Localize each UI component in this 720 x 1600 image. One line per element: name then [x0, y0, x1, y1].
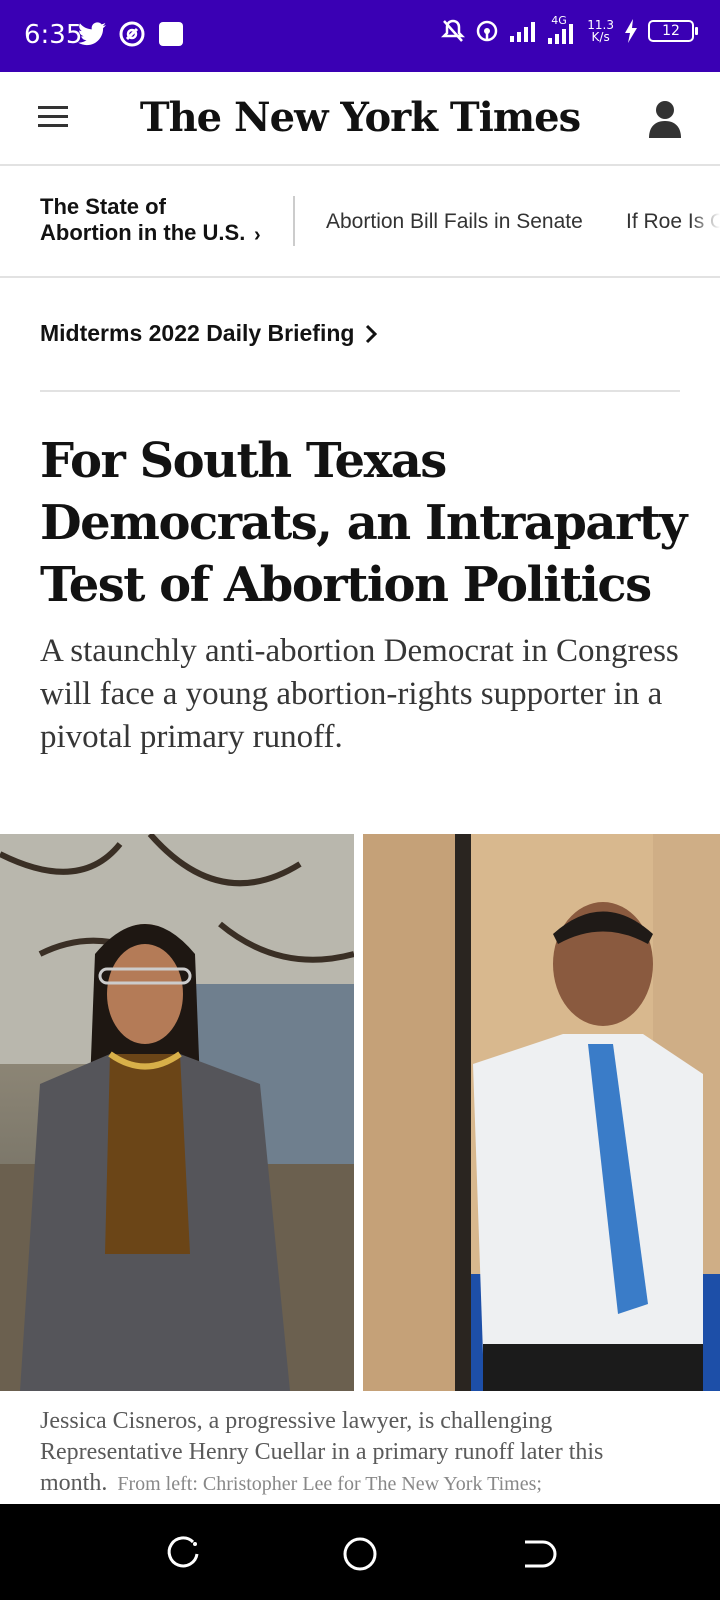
section-title-link[interactable]: The State of Abortion in the U.S. ›: [40, 194, 261, 246]
recents-icon: [167, 1536, 199, 1568]
briefing-label: Midterms 2022 Daily Briefing: [40, 320, 355, 346]
battery-level: 12: [648, 20, 694, 42]
account-button[interactable]: [648, 100, 682, 140]
photo-right-illustration: [363, 834, 720, 1391]
data-saver-icon: [119, 21, 145, 47]
photo-left-illustration: [0, 834, 354, 1391]
net-speed-unit: K/s: [591, 30, 610, 44]
twitter-icon: [78, 22, 106, 46]
article-summary: A staunchly anti-abortion Democrat in Co…: [40, 633, 679, 755]
signal-4g-icon: 4G: [547, 14, 577, 44]
recents-button[interactable]: [163, 1534, 203, 1574]
chevron-right-icon: [366, 324, 378, 343]
app-notification-icon: [159, 22, 183, 46]
charging-icon: [625, 19, 637, 43]
notification-icons: [78, 20, 184, 48]
system-icons: 4G 11.3 K/s 12: [441, 14, 698, 44]
section-strip: The State of Abortion in the U.S. › Abor…: [0, 166, 720, 278]
status-time: 6:35: [24, 20, 83, 50]
home-button[interactable]: [340, 1534, 380, 1574]
system-nav-bar: [0, 1504, 720, 1600]
article-headline: For South Texas Democrats, an Intraparty…: [40, 433, 687, 613]
app-header: The New York Times: [0, 72, 720, 166]
signal-icon: [510, 22, 536, 42]
net-speed: 11.3 K/s: [587, 19, 614, 43]
strip-link-abortion-bill[interactable]: Abortion Bill Fails in Senate: [326, 210, 583, 234]
hotspot-icon: [477, 20, 498, 42]
photo-caption: Jessica Cisneros, a progressive lawyer, …: [40, 1406, 700, 1500]
photo-credit: From left: Christopher Lee for The New Y…: [117, 1473, 542, 1495]
strip-fade: [690, 166, 720, 276]
home-icon: [343, 1537, 377, 1571]
back-button[interactable]: [517, 1534, 557, 1574]
photo-henry-cuellar[interactable]: [363, 834, 720, 1391]
photo-jessica-cisneros[interactable]: [0, 834, 354, 1391]
section-title: The State of Abortion in the U.S.: [40, 194, 246, 245]
back-icon: [525, 1540, 557, 1568]
status-bar: 6:35 4G 11.3 K/s 12: [0, 0, 720, 72]
nyt-logo[interactable]: The New York Times: [0, 94, 720, 141]
briefing-link[interactable]: Midterms 2022 Daily Briefing: [40, 320, 378, 347]
divider: [40, 390, 680, 392]
person-icon: [649, 101, 681, 138]
chevron-right-icon: ›: [254, 224, 261, 246]
strip-divider: [293, 196, 295, 246]
battery-icon: 12: [648, 20, 698, 42]
mute-icon: [441, 19, 466, 42]
